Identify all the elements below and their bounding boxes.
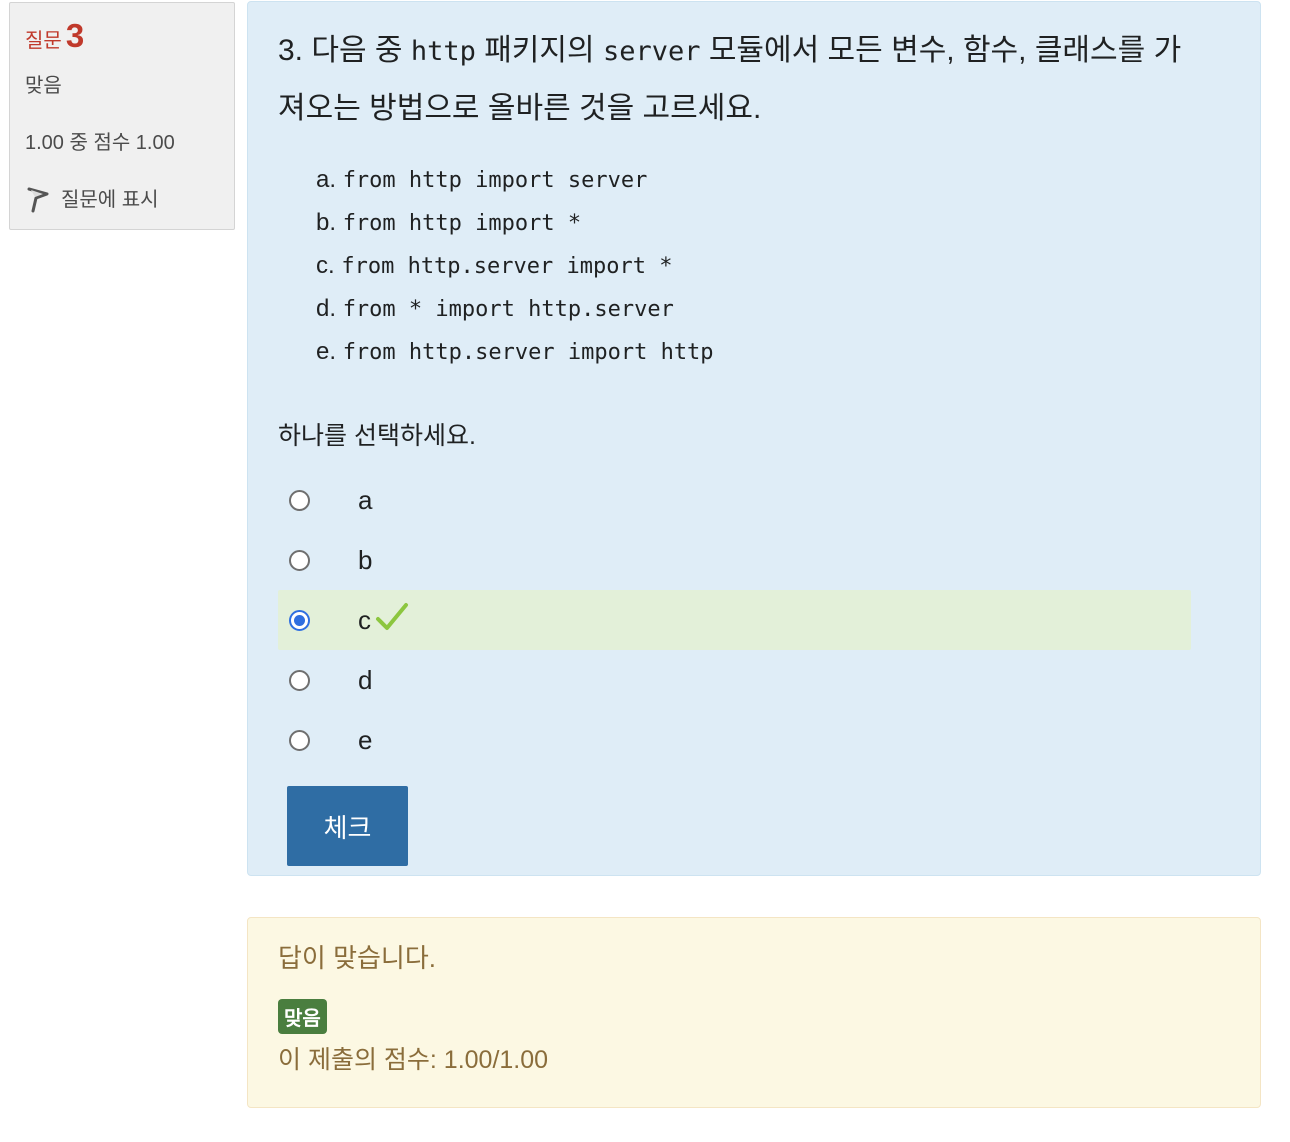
choice-item: a. from http import server xyxy=(316,159,1230,202)
answer-option-c[interactable]: c xyxy=(278,590,1191,650)
flag-icon xyxy=(27,187,49,213)
question-number-value: 3 xyxy=(65,17,85,54)
question-number: 질문 3 xyxy=(25,17,219,57)
radio-c[interactable] xyxy=(289,609,310,631)
check-icon xyxy=(376,603,408,630)
choice-code: from http import server xyxy=(342,168,648,193)
choice-letter: a. xyxy=(316,166,337,193)
choice-code: from http.server import http xyxy=(342,340,714,365)
answer-label: b xyxy=(358,544,373,575)
choice-letter: e. xyxy=(316,338,337,365)
flag-question-link[interactable]: 질문에 표시 xyxy=(25,181,219,213)
choice-item: c. from http.server import * xyxy=(316,245,1230,288)
radio-d[interactable] xyxy=(289,669,310,691)
question-info-panel: 질문 3 맞음 1.00 중 점수 1.00 질문에 표시 xyxy=(9,2,235,230)
check-button[interactable]: 체크 xyxy=(287,786,408,866)
choice-item: b. from http import * xyxy=(316,202,1230,245)
answer-options: a b c d e xyxy=(278,470,1191,770)
choice-item: d. from * import http.server xyxy=(316,288,1230,331)
feedback-message: 답이 맞습니다. xyxy=(278,943,436,973)
answer-option-a[interactable]: a xyxy=(278,470,1191,530)
answer-prompt: 하나를 선택하세요. xyxy=(278,422,476,450)
question-state: 맞음 xyxy=(25,75,62,97)
choice-item: e. from http.server import http xyxy=(316,331,1230,374)
radio-b[interactable] xyxy=(289,549,310,571)
answer-option-e[interactable]: e xyxy=(278,710,1191,770)
choice-letter: d. xyxy=(316,295,337,322)
radio-a[interactable] xyxy=(289,489,310,511)
choice-code: from * import http.server xyxy=(342,297,674,322)
question-label: 질문 xyxy=(25,30,62,52)
answer-label: a xyxy=(358,484,373,515)
answer-label: e xyxy=(358,724,373,755)
flag-label: 질문에 표시 xyxy=(61,188,159,211)
answer-label: d xyxy=(358,664,373,695)
question-text: 3. 다음 중 http 패키지의 server 모듈에서 모든 변수, 함수,… xyxy=(278,22,1208,137)
question-text-prefix: 3. 다음 중 xyxy=(278,34,411,67)
answer-label: c xyxy=(358,604,371,635)
status-badge: 맞음 xyxy=(278,999,327,1034)
choice-letter: c. xyxy=(316,252,335,279)
choice-code: from http import * xyxy=(342,211,582,236)
answer-option-b[interactable]: b xyxy=(278,530,1191,590)
submission-score: 이 제출의 점수: 1.00/1.00 xyxy=(278,1046,549,1074)
question-text-code-server: server xyxy=(602,36,701,67)
question-grade: 1.00 중 점수 1.00 xyxy=(25,132,175,154)
answer-option-d[interactable]: d xyxy=(278,650,1191,710)
radio-e[interactable] xyxy=(289,729,310,751)
feedback-panel: 답이 맞습니다. 맞음 이 제출의 점수: 1.00/1.00 xyxy=(247,917,1261,1108)
choice-list: a. from http import server b. from http … xyxy=(316,159,1230,374)
question-text-code-http: http xyxy=(410,36,476,67)
question-text-mid: 패키지의 xyxy=(475,34,603,67)
choice-code: from http.server import * xyxy=(341,254,673,279)
question-content: 3. 다음 중 http 패키지의 server 모듈에서 모든 변수, 함수,… xyxy=(247,1,1261,876)
choice-letter: b. xyxy=(316,209,337,236)
